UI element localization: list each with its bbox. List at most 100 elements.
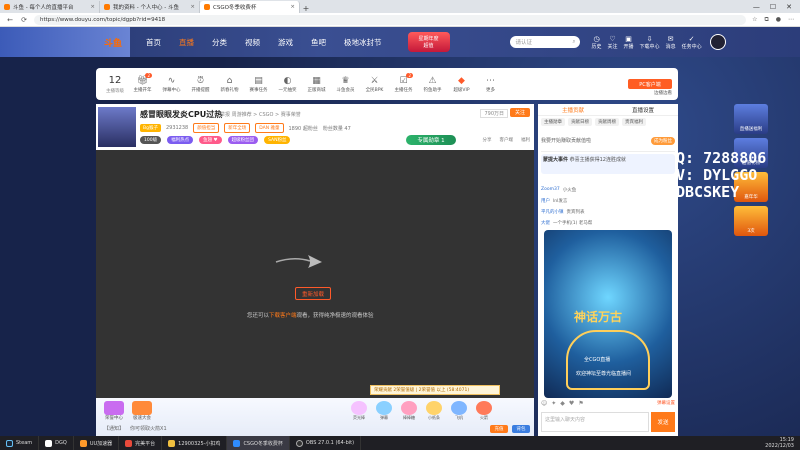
gift-lollipop[interactable]: 棒棒糖	[398, 401, 420, 421]
client-button[interactable]: 客户端	[500, 137, 514, 143]
download-client-link[interactable]: 下载客户端	[269, 313, 297, 319]
tool-lottery[interactable]: ◐ 一元抽奖	[273, 75, 302, 93]
send-button[interactable]: 发送	[651, 412, 675, 432]
backpack-button[interactable]: 背包	[512, 425, 530, 433]
close-icon[interactable]: ×	[90, 4, 95, 10]
nav-category[interactable]: 分类	[212, 37, 227, 48]
heart-icon[interactable]: ♥	[569, 400, 574, 407]
honor-center-button[interactable]: 荣誉中心	[102, 401, 126, 421]
fans-group-button[interactable]: 专属勋章 1	[406, 135, 456, 145]
tool-danmaku-center[interactable]: ∿ 弹幕中心	[157, 75, 186, 93]
sparkle-icon[interactable]: ✦	[551, 400, 556, 407]
diamond-icon[interactable]: ◆	[560, 400, 565, 407]
minimize-icon[interactable]: —	[753, 3, 760, 11]
close-icon[interactable]: ×	[290, 4, 295, 10]
room-category[interactable]: 举报 周游推荐 > CSGO > 赛事荣誉	[220, 111, 301, 118]
follow-list-button[interactable]: ♡ 关注	[608, 35, 618, 50]
tool-fishing[interactable]: ⚠ 钓鱼助手	[418, 75, 447, 93]
reload-button[interactable]: 重新加载	[295, 287, 331, 300]
nav-home[interactable]: 首页	[146, 37, 161, 48]
side-promo-4[interactable]: 3次	[734, 206, 768, 236]
close-icon[interactable]: ×	[190, 4, 195, 10]
flag-icon[interactable]: ⚑	[578, 400, 583, 407]
taskbar-uu[interactable]: UU加速器	[74, 436, 120, 450]
nav-yuba[interactable]: 鱼吧	[311, 37, 326, 48]
tab-contribution[interactable]: 主播贡献	[562, 106, 584, 114]
share-button[interactable]: 分享	[483, 137, 492, 143]
new-tab-button[interactable]: +	[300, 4, 312, 13]
history-button[interactable]: ◷ 历史	[592, 35, 602, 50]
gift-rocket[interactable]: 火箭	[473, 401, 495, 421]
menu-icon[interactable]: ⋯	[788, 16, 794, 24]
promo-badge[interactable]: 星期年度 超值	[407, 32, 450, 52]
tool-super-vip[interactable]: ◆ 超级VIP	[447, 75, 476, 93]
search-input[interactable]: 请认证 ⌕	[509, 36, 580, 48]
browser-tab-3[interactable]: CSGO冬季收费杯 ×	[200, 1, 300, 13]
profile-icon[interactable]: ●	[776, 16, 781, 24]
tab-settings[interactable]: 直播设置	[632, 106, 654, 114]
nav-festival[interactable]: 极地冰封节	[344, 37, 382, 48]
download-button[interactable]: ⇩ 下载中心	[640, 35, 660, 50]
tool-anchor-new-year[interactable]: 🎁︎ 2 主播开年	[128, 73, 157, 93]
nav-video[interactable]: 视频	[245, 37, 260, 48]
back-icon[interactable]: ←	[6, 16, 14, 24]
close-window-icon[interactable]: ✕	[786, 3, 792, 11]
recharge-button[interactable]: 充值	[490, 425, 508, 433]
rank-tab-week[interactable]: 贡献周榜	[595, 118, 619, 126]
level-pill[interactable]: 100级	[140, 136, 162, 144]
welfare-button[interactable]: 福利	[521, 137, 530, 143]
browser-tab-2[interactable]: 我的资料 - 个人中心 - 斗鱼 ×	[100, 1, 200, 13]
tool-stream-reminder[interactable]: ⏰︎ 开播提醒	[186, 75, 215, 93]
badge-pill[interactable]: 鱼翅 ♥	[199, 136, 222, 144]
tool-shop[interactable]: ▦ 正版商城	[302, 75, 331, 93]
tool-anchor-task[interactable]: ☑ 2 主播任务	[389, 73, 418, 93]
gift-danmaku[interactable]: 弹幕	[373, 401, 395, 421]
rank-tab-vip[interactable]: 贵宾福利	[622, 118, 646, 126]
taskbar-folder[interactable]: 12900325-小扣鸡	[162, 436, 228, 450]
badge-pill[interactable]: SAN粉丝	[264, 136, 291, 144]
rank-tab-day[interactable]: 贡献日榜	[568, 118, 592, 126]
badge-pill[interactable]: 福利热点	[167, 136, 194, 144]
refresh-icon[interactable]: ⟳	[20, 16, 28, 24]
browser-tab-1[interactable]: 斗鱼 - 每个人的直播平台 ×	[0, 1, 100, 13]
anchor-avatar[interactable]	[98, 107, 136, 147]
contribution-note[interactable]: 荣耀贡献 2荣誉值级 | 2荣誉值 以上 (58:4071)	[370, 385, 500, 395]
tool-more[interactable]: ⋯ 更多	[476, 75, 505, 93]
pc-client-button[interactable]: PC客户端	[628, 79, 672, 89]
follow-button[interactable]: 关注	[510, 108, 530, 117]
join-fans-button[interactable]: 成为粉丝	[651, 136, 675, 145]
tool-event-task[interactable]: ▤ 赛事任务	[244, 75, 273, 93]
url-field[interactable]: https://www.douyu.com/topic/dgpb?rid=941…	[34, 14, 747, 25]
danmaku-settings[interactable]: 弹幕设置	[657, 400, 675, 406]
gift-glowstick[interactable]: 荧光棒	[348, 401, 370, 421]
taskbar-dgq[interactable]: DGQ	[39, 436, 74, 450]
gift-note[interactable]: 小纸条	[423, 401, 445, 421]
taskbar-browser[interactable]: CSGO冬季收费杯	[227, 436, 290, 450]
chat-input[interactable]: 这里输入聊天内容	[541, 412, 649, 432]
video-player[interactable]: 重新加载 您还可以下载客户端观看，获得纯净极速的观看体验	[96, 150, 534, 398]
nav-live[interactable]: 直播	[179, 37, 194, 48]
search-icon[interactable]: ⌕	[572, 39, 575, 46]
tag-1[interactable]: 颜值担当	[193, 123, 220, 133]
taskbar-obs[interactable]: OBS 27.0.1 (64-bit)	[290, 436, 362, 450]
event-card[interactable]: 蒙提大事件 恭喜主播获得12连胜成就	[541, 154, 675, 174]
emoji-icon[interactable]: ☺	[541, 400, 547, 407]
tool-member[interactable]: ♛ 斗鱼会员	[331, 75, 360, 93]
douyu-logo[interactable]: 斗鱼	[0, 27, 130, 57]
tool-spring-gift[interactable]: ⌂ 新春礼物	[215, 75, 244, 93]
messages-button[interactable]: ✉ 消息	[666, 35, 676, 50]
speed-event-button[interactable]: 极速大会	[130, 401, 154, 421]
taskbar-steam[interactable]: Steam	[0, 436, 40, 450]
start-stream-button[interactable]: ▣ 开播	[624, 35, 634, 50]
anchor-level[interactable]: 12 主播等级	[102, 75, 128, 94]
side-promo-1[interactable]: 直播送福利	[734, 104, 768, 134]
user-avatar[interactable]	[709, 34, 726, 50]
tool-pk[interactable]: ⚔ 全民BPK	[360, 75, 389, 93]
taskbar-perfect[interactable]: 完美平台	[119, 436, 163, 450]
rank-tab-medal[interactable]: 主播勋章	[541, 118, 565, 126]
tag-2[interactable]: 新年全场	[224, 123, 251, 133]
anchor-name[interactable]: Bg猴子	[140, 124, 161, 132]
maximize-icon[interactable]: ☐	[770, 3, 776, 11]
star-icon[interactable]: ☆	[752, 16, 757, 24]
tag-3[interactable]: DAN 雅童	[255, 123, 284, 133]
